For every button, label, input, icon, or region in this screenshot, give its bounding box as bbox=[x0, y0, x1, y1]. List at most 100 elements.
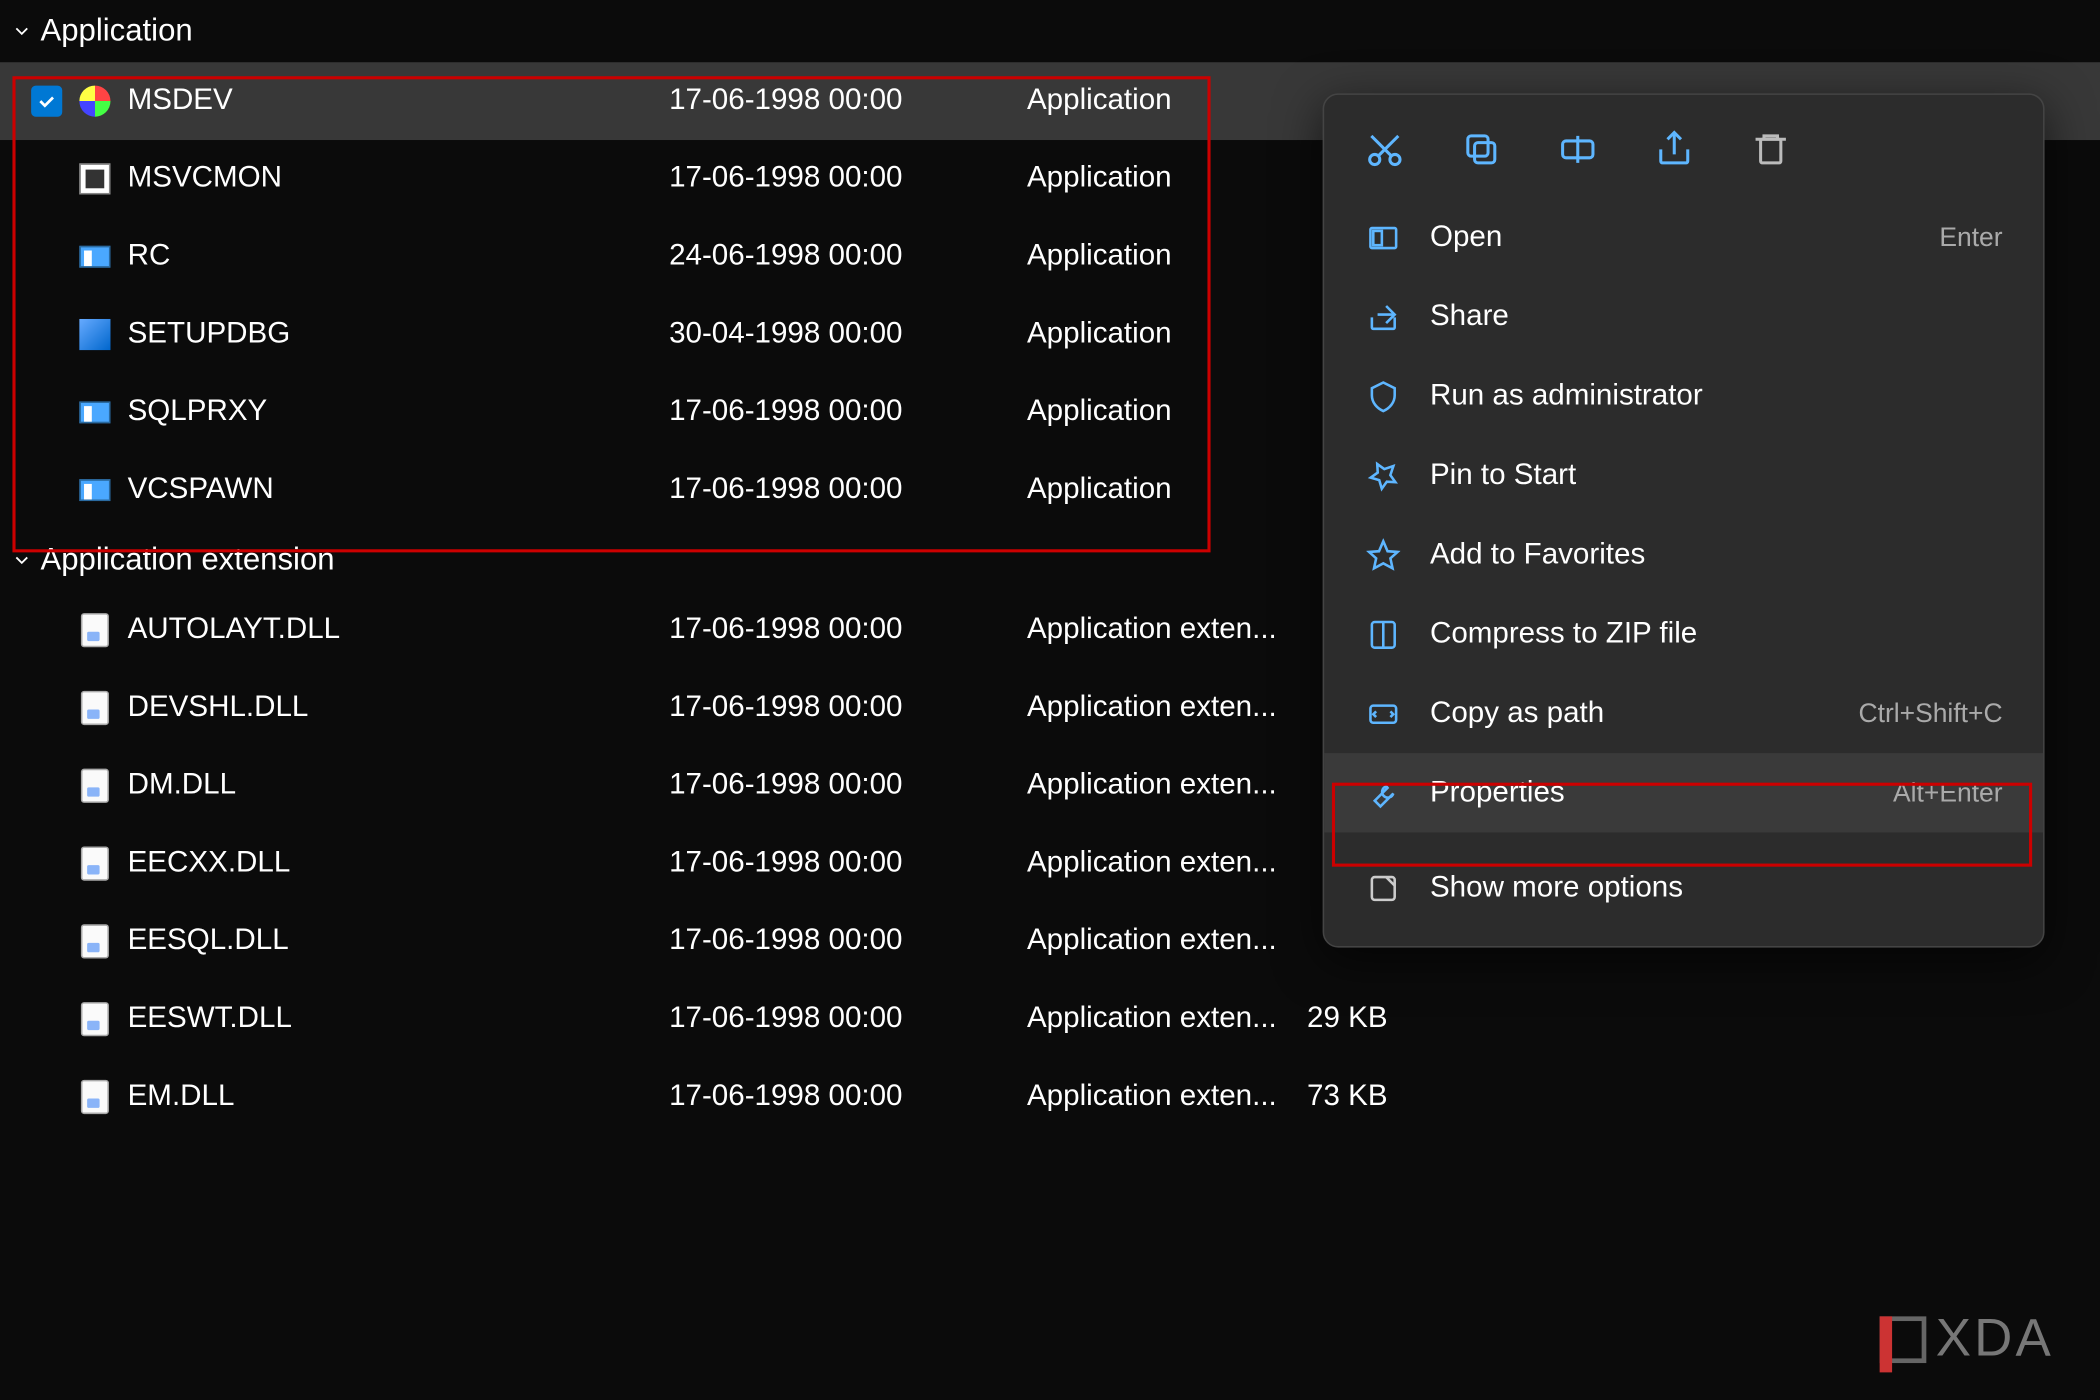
file-date: 17-06-1998 00:00 bbox=[669, 769, 1027, 803]
file-size: 29 KB bbox=[1307, 1002, 1494, 1036]
star-icon bbox=[1365, 536, 1402, 573]
zip-icon bbox=[1365, 615, 1402, 652]
file-name: SQLPRXY bbox=[128, 395, 268, 429]
file-date: 24-06-1998 00:00 bbox=[669, 240, 1027, 274]
file-name: EESQL.DLL bbox=[128, 924, 289, 958]
group-title: Application bbox=[40, 13, 192, 49]
file-name: EECXX.DLL bbox=[128, 846, 291, 880]
open-icon bbox=[1365, 219, 1402, 256]
file-date: 17-06-1998 00:00 bbox=[669, 613, 1027, 647]
file-type: Application exten... bbox=[1027, 1080, 1307, 1114]
menu-label: Compress to ZIP file bbox=[1430, 617, 1975, 651]
menu-share[interactable]: Share bbox=[1324, 277, 2043, 356]
file-date: 17-06-1998 00:00 bbox=[669, 162, 1027, 196]
watermark: XDA bbox=[1880, 1309, 2054, 1370]
dll-icon bbox=[78, 846, 112, 880]
menu-label: Share bbox=[1430, 300, 1975, 334]
context-menu-toolbar bbox=[1324, 95, 2043, 198]
wrench-icon bbox=[1365, 774, 1402, 811]
context-menu: Open Enter Share Run as administrator Pi… bbox=[1323, 93, 2045, 947]
menu-label: Copy as path bbox=[1430, 696, 1831, 730]
menu-copy-path[interactable]: Copy as path Ctrl+Shift+C bbox=[1324, 674, 2043, 753]
app-icon bbox=[78, 317, 112, 351]
file-type: Application exten... bbox=[1027, 1002, 1307, 1036]
file-date: 30-04-1998 00:00 bbox=[669, 317, 1027, 351]
file-date: 17-06-1998 00:00 bbox=[669, 84, 1027, 118]
file-type: Application bbox=[1027, 162, 1307, 196]
delete-icon[interactable] bbox=[1747, 126, 1794, 173]
file-name: AUTOLAYT.DLL bbox=[128, 613, 341, 647]
dll-icon bbox=[78, 613, 112, 647]
path-icon bbox=[1365, 695, 1402, 732]
menu-shortcut: Alt+Enter bbox=[1893, 777, 2003, 808]
app-icon bbox=[78, 84, 112, 118]
file-name: EM.DLL bbox=[128, 1080, 235, 1114]
chevron-down-icon bbox=[9, 548, 34, 573]
dll-icon bbox=[78, 924, 112, 958]
watermark-text: XDA bbox=[1936, 1309, 2054, 1370]
file-type: Application exten... bbox=[1027, 846, 1307, 880]
file-type: Application bbox=[1027, 395, 1307, 429]
dll-icon bbox=[78, 1080, 112, 1114]
more-icon bbox=[1365, 869, 1402, 906]
file-row[interactable]: EM.DLL 17-06-1998 00:00 Application exte… bbox=[0, 1058, 2100, 1136]
file-name: SETUPDBG bbox=[128, 317, 291, 351]
file-date: 17-06-1998 00:00 bbox=[669, 924, 1027, 958]
pin-icon bbox=[1365, 457, 1402, 494]
file-name: DM.DLL bbox=[128, 769, 236, 803]
menu-pin-start[interactable]: Pin to Start bbox=[1324, 436, 2043, 515]
menu-label: Properties bbox=[1430, 776, 1865, 810]
menu-run-admin[interactable]: Run as administrator bbox=[1324, 356, 2043, 435]
file-date: 17-06-1998 00:00 bbox=[669, 473, 1027, 507]
chevron-down-icon bbox=[9, 19, 34, 44]
rename-icon[interactable] bbox=[1554, 126, 1601, 173]
app-icon bbox=[78, 395, 112, 429]
file-name: EESWT.DLL bbox=[128, 1002, 292, 1036]
logo-icon bbox=[1880, 1316, 1927, 1363]
file-date: 17-06-1998 00:00 bbox=[669, 1002, 1027, 1036]
app-icon bbox=[78, 240, 112, 274]
file-name: RC bbox=[128, 240, 171, 274]
file-type: Application exten... bbox=[1027, 691, 1307, 725]
menu-shortcut: Enter bbox=[1939, 222, 2002, 253]
file-row[interactable]: EESWT.DLL 17-06-1998 00:00 Application e… bbox=[0, 980, 2100, 1058]
file-type: Application exten... bbox=[1027, 769, 1307, 803]
menu-label: Add to Favorites bbox=[1430, 538, 1975, 572]
file-size: 73 KB bbox=[1307, 1080, 1494, 1114]
dll-icon bbox=[78, 769, 112, 803]
menu-favorites[interactable]: Add to Favorites bbox=[1324, 515, 2043, 594]
copy-icon[interactable] bbox=[1458, 126, 1505, 173]
file-date: 17-06-1998 00:00 bbox=[669, 395, 1027, 429]
menu-label: Run as administrator bbox=[1430, 379, 1975, 413]
dll-icon bbox=[78, 691, 112, 725]
menu-properties[interactable]: Properties Alt+Enter bbox=[1324, 753, 2043, 832]
file-name: DEVSHL.DLL bbox=[128, 691, 309, 725]
file-date: 17-06-1998 00:00 bbox=[669, 846, 1027, 880]
file-date: 17-06-1998 00:00 bbox=[669, 691, 1027, 725]
file-name: VCSPAWN bbox=[128, 473, 274, 507]
menu-compress[interactable]: Compress to ZIP file bbox=[1324, 594, 2043, 673]
share-icon[interactable] bbox=[1651, 126, 1698, 173]
file-type: Application bbox=[1027, 240, 1307, 274]
file-type: Application bbox=[1027, 84, 1307, 118]
checkbox-checked-icon[interactable] bbox=[31, 86, 62, 117]
app-icon bbox=[78, 162, 112, 196]
menu-label: Pin to Start bbox=[1430, 458, 1975, 492]
file-date: 17-06-1998 00:00 bbox=[669, 1080, 1027, 1114]
app-icon bbox=[78, 473, 112, 507]
menu-shortcut: Ctrl+Shift+C bbox=[1858, 698, 2002, 729]
file-name: MSDEV bbox=[128, 84, 233, 118]
cut-icon[interactable] bbox=[1362, 126, 1409, 173]
file-type: Application bbox=[1027, 473, 1307, 507]
menu-more-options[interactable]: Show more options bbox=[1324, 848, 2043, 927]
file-type: Application exten... bbox=[1027, 613, 1307, 647]
file-type: Application bbox=[1027, 317, 1307, 351]
share-arrow-icon bbox=[1365, 298, 1402, 335]
menu-label: Show more options bbox=[1430, 871, 1975, 905]
menu-label: Open bbox=[1430, 220, 1911, 254]
group-title: Application extension bbox=[40, 542, 334, 578]
shield-icon bbox=[1365, 377, 1402, 414]
group-header-application[interactable]: Application bbox=[0, 0, 2100, 62]
file-name: MSVCMON bbox=[128, 162, 282, 196]
menu-open[interactable]: Open Enter bbox=[1324, 198, 2043, 277]
